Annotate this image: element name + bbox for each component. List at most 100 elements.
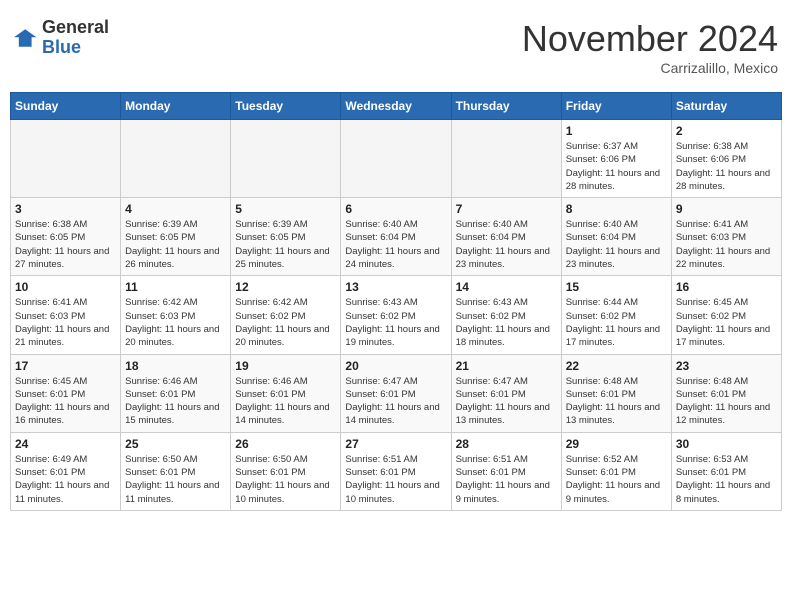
logo-text: General Blue xyxy=(42,18,109,58)
week-row-1: 3 Sunrise: 6:38 AM Sunset: 6:05 PM Daylig… xyxy=(11,198,782,276)
logo-icon xyxy=(14,26,38,50)
week-row-4: 24 Sunrise: 6:49 AM Sunset: 6:01 PM Dayli… xyxy=(11,432,782,510)
calendar-cell: 17Sunrise: 6:45 AM Sunset: 6:01 PM Dayli… xyxy=(11,354,121,432)
calendar-cell: 22Sunrise: 6:48 AM Sunset: 6:01 PM Dayli… xyxy=(561,354,671,432)
day-info: Sunrise: 6:43 AM Sunset: 6:02 PM Dayligh… xyxy=(345,296,446,349)
day-number: 14 xyxy=(456,280,557,294)
logo: General Blue xyxy=(14,18,109,58)
day-number: 24 xyxy=(15,437,116,451)
logo-blue-text: Blue xyxy=(42,38,109,58)
weekday-header-friday: Friday xyxy=(561,93,671,120)
calendar-cell: 13 Sunrise: 6:43 AM Sunset: 6:02 PM Dayli… xyxy=(341,276,451,354)
day-info: Sunrise: 6:52 AM Sunset: 6:01 PM Dayligh… xyxy=(566,453,667,506)
calendar-cell: 2 Sunrise: 6:38 AM Sunset: 6:06 PM Daylig… xyxy=(671,120,781,198)
day-number: 20 xyxy=(345,359,446,373)
day-info: Sunrise: 6:39 AM Sunset: 6:05 PM Dayligh… xyxy=(125,218,226,271)
calendar-cell: 28 Sunrise: 6:51 AM Sunset: 6:01 PM Dayli… xyxy=(451,432,561,510)
logo-general-text: General xyxy=(42,18,109,38)
calendar-cell: 8Sunrise: 6:40 AM Sunset: 6:04 PM Daylig… xyxy=(561,198,671,276)
calendar-cell: 1 Sunrise: 6:37 AM Sunset: 6:06 PM Daylig… xyxy=(561,120,671,198)
day-number: 13 xyxy=(345,280,446,294)
day-info: Sunrise: 6:50 AM Sunset: 6:01 PM Dayligh… xyxy=(235,453,336,506)
calendar-cell: 20 Sunrise: 6:47 AM Sunset: 6:01 PM Dayli… xyxy=(341,354,451,432)
day-number: 28 xyxy=(456,437,557,451)
day-info: Sunrise: 6:37 AM Sunset: 6:06 PM Dayligh… xyxy=(566,140,667,193)
calendar-cell: 11 Sunrise: 6:42 AM Sunset: 6:03 PM Dayli… xyxy=(121,276,231,354)
week-row-3: 17Sunrise: 6:45 AM Sunset: 6:01 PM Dayli… xyxy=(11,354,782,432)
day-number: 25 xyxy=(125,437,226,451)
calendar-cell: 26Sunrise: 6:50 AM Sunset: 6:01 PM Dayli… xyxy=(231,432,341,510)
day-number: 11 xyxy=(125,280,226,294)
day-number: 9 xyxy=(676,202,777,216)
day-number: 21 xyxy=(456,359,557,373)
day-info: Sunrise: 6:46 AM Sunset: 6:01 PM Dayligh… xyxy=(125,375,226,428)
title-area: November 2024 Carrizalillo, Mexico xyxy=(522,18,778,76)
weekday-header-saturday: Saturday xyxy=(671,93,781,120)
day-number: 30 xyxy=(676,437,777,451)
day-number: 10 xyxy=(15,280,116,294)
weekday-header-row: SundayMondayTuesdayWednesdayThursdayFrid… xyxy=(11,93,782,120)
calendar-cell: 19 Sunrise: 6:46 AM Sunset: 6:01 PM Dayli… xyxy=(231,354,341,432)
day-info: Sunrise: 6:38 AM Sunset: 6:05 PM Dayligh… xyxy=(15,218,116,271)
weekday-header-wednesday: Wednesday xyxy=(341,93,451,120)
day-info: Sunrise: 6:42 AM Sunset: 6:02 PM Dayligh… xyxy=(235,296,336,349)
weekday-header-thursday: Thursday xyxy=(451,93,561,120)
day-info: Sunrise: 6:44 AM Sunset: 6:02 PM Dayligh… xyxy=(566,296,667,349)
day-info: Sunrise: 6:40 AM Sunset: 6:04 PM Dayligh… xyxy=(345,218,446,271)
day-number: 5 xyxy=(235,202,336,216)
day-info: Sunrise: 6:47 AM Sunset: 6:01 PM Dayligh… xyxy=(345,375,446,428)
day-number: 29 xyxy=(566,437,667,451)
day-info: Sunrise: 6:49 AM Sunset: 6:01 PM Dayligh… xyxy=(15,453,116,506)
calendar-cell: 12 Sunrise: 6:42 AM Sunset: 6:02 PM Dayli… xyxy=(231,276,341,354)
month-title: November 2024 xyxy=(522,18,778,60)
weekday-header-monday: Monday xyxy=(121,93,231,120)
day-info: Sunrise: 6:45 AM Sunset: 6:02 PM Dayligh… xyxy=(676,296,777,349)
day-info: Sunrise: 6:40 AM Sunset: 6:04 PM Dayligh… xyxy=(456,218,557,271)
calendar-cell: 23Sunrise: 6:48 AM Sunset: 6:01 PM Dayli… xyxy=(671,354,781,432)
day-info: Sunrise: 6:53 AM Sunset: 6:01 PM Dayligh… xyxy=(676,453,777,506)
week-row-0: 1 Sunrise: 6:37 AM Sunset: 6:06 PM Daylig… xyxy=(11,120,782,198)
calendar-cell: 30 Sunrise: 6:53 AM Sunset: 6:01 PM Dayli… xyxy=(671,432,781,510)
day-number: 12 xyxy=(235,280,336,294)
day-number: 3 xyxy=(15,202,116,216)
day-info: Sunrise: 6:38 AM Sunset: 6:06 PM Dayligh… xyxy=(676,140,777,193)
calendar-cell: 29 Sunrise: 6:52 AM Sunset: 6:01 PM Dayli… xyxy=(561,432,671,510)
day-info: Sunrise: 6:41 AM Sunset: 6:03 PM Dayligh… xyxy=(15,296,116,349)
calendar-cell: 9 Sunrise: 6:41 AM Sunset: 6:03 PM Daylig… xyxy=(671,198,781,276)
calendar-cell: 6 Sunrise: 6:40 AM Sunset: 6:04 PM Daylig… xyxy=(341,198,451,276)
day-number: 18 xyxy=(125,359,226,373)
day-number: 27 xyxy=(345,437,446,451)
day-info: Sunrise: 6:42 AM Sunset: 6:03 PM Dayligh… xyxy=(125,296,226,349)
day-number: 17 xyxy=(15,359,116,373)
calendar-cell xyxy=(231,120,341,198)
day-info: Sunrise: 6:50 AM Sunset: 6:01 PM Dayligh… xyxy=(125,453,226,506)
day-number: 19 xyxy=(235,359,336,373)
weekday-header-sunday: Sunday xyxy=(11,93,121,120)
calendar-cell: 15Sunrise: 6:44 AM Sunset: 6:02 PM Dayli… xyxy=(561,276,671,354)
calendar-cell: 24 Sunrise: 6:49 AM Sunset: 6:01 PM Dayli… xyxy=(11,432,121,510)
calendar-cell xyxy=(11,120,121,198)
day-info: Sunrise: 6:39 AM Sunset: 6:05 PM Dayligh… xyxy=(235,218,336,271)
day-number: 1 xyxy=(566,124,667,138)
day-info: Sunrise: 6:40 AM Sunset: 6:04 PM Dayligh… xyxy=(566,218,667,271)
day-info: Sunrise: 6:41 AM Sunset: 6:03 PM Dayligh… xyxy=(676,218,777,271)
day-number: 6 xyxy=(345,202,446,216)
calendar-cell: 27 Sunrise: 6:51 AM Sunset: 6:01 PM Dayli… xyxy=(341,432,451,510)
calendar-cell: 7Sunrise: 6:40 AM Sunset: 6:04 PM Daylig… xyxy=(451,198,561,276)
weekday-header-tuesday: Tuesday xyxy=(231,93,341,120)
calendar-cell: 10 Sunrise: 6:41 AM Sunset: 6:03 PM Dayli… xyxy=(11,276,121,354)
location: Carrizalillo, Mexico xyxy=(522,60,778,76)
day-info: Sunrise: 6:47 AM Sunset: 6:01 PM Dayligh… xyxy=(456,375,557,428)
calendar-cell: 5 Sunrise: 6:39 AM Sunset: 6:05 PM Daylig… xyxy=(231,198,341,276)
day-info: Sunrise: 6:51 AM Sunset: 6:01 PM Dayligh… xyxy=(345,453,446,506)
calendar-cell: 3 Sunrise: 6:38 AM Sunset: 6:05 PM Daylig… xyxy=(11,198,121,276)
day-info: Sunrise: 6:46 AM Sunset: 6:01 PM Dayligh… xyxy=(235,375,336,428)
day-info: Sunrise: 6:51 AM Sunset: 6:01 PM Dayligh… xyxy=(456,453,557,506)
day-number: 22 xyxy=(566,359,667,373)
day-info: Sunrise: 6:43 AM Sunset: 6:02 PM Dayligh… xyxy=(456,296,557,349)
day-number: 2 xyxy=(676,124,777,138)
day-number: 23 xyxy=(676,359,777,373)
day-number: 4 xyxy=(125,202,226,216)
calendar-cell: 14 Sunrise: 6:43 AM Sunset: 6:02 PM Dayli… xyxy=(451,276,561,354)
calendar-cell xyxy=(451,120,561,198)
